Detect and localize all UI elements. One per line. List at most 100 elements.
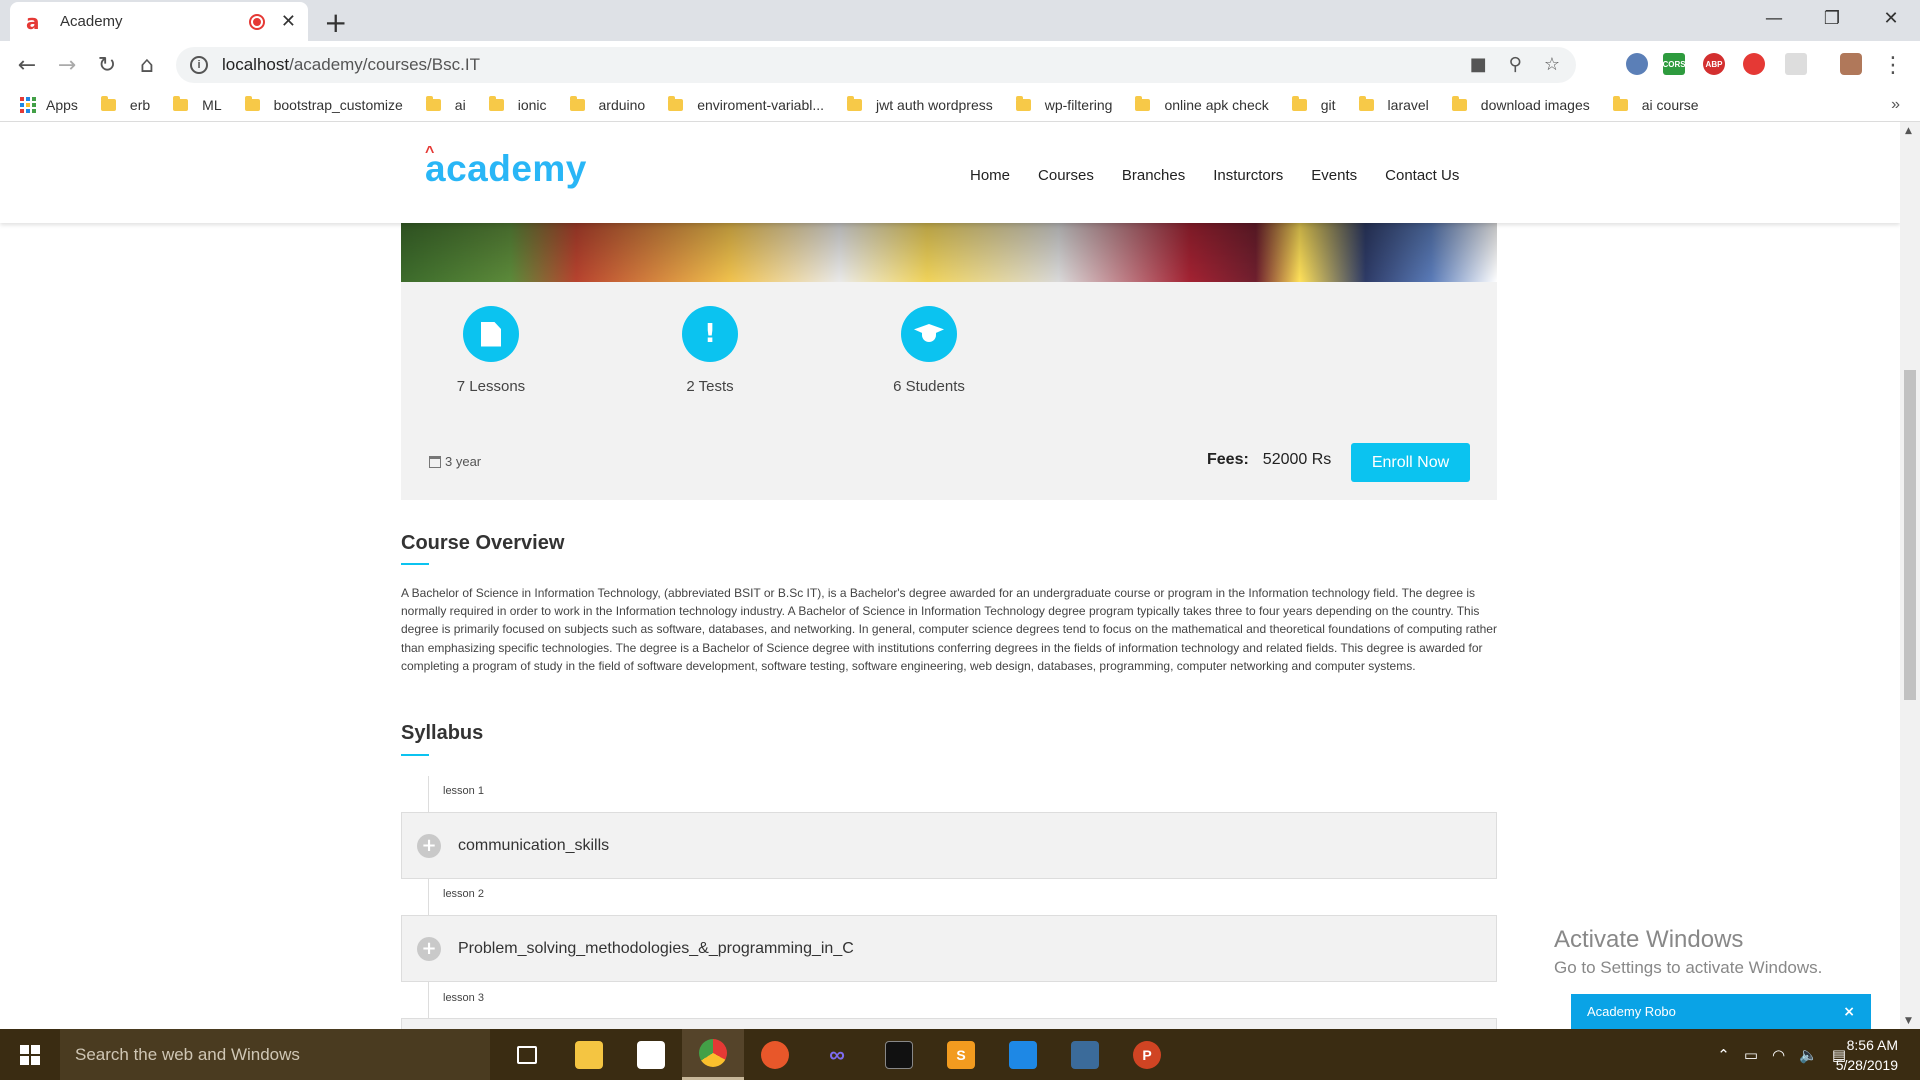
chat-widget-bar[interactable]: Academy Robo × xyxy=(1571,994,1871,1029)
address-bar[interactable]: i localhost/academy/courses/Bsc.IT ■ ⚲ ☆ xyxy=(176,47,1576,83)
bookmark-label: ai course xyxy=(1641,96,1699,113)
taskbar-terminal[interactable] xyxy=(868,1029,930,1080)
nav-courses[interactable]: Courses xyxy=(1038,167,1094,184)
close-window-button[interactable]: ✕ xyxy=(1862,0,1920,36)
tray-chevron-icon[interactable]: ⌃ xyxy=(1717,1046,1730,1064)
calendar-icon xyxy=(429,455,441,468)
bookmarks-overflow-button[interactable]: » xyxy=(1891,96,1900,114)
scroll-up-icon[interactable]: ▲ xyxy=(1905,126,1912,136)
nav-contact[interactable]: Contact Us xyxy=(1385,167,1459,184)
volume-icon[interactable]: 🔈 xyxy=(1799,1046,1818,1064)
overview-underline xyxy=(401,563,429,565)
nav-home[interactable]: Home xyxy=(970,167,1010,184)
nav-events[interactable]: Events xyxy=(1311,167,1357,184)
tab-close-icon[interactable]: ✕ xyxy=(281,11,296,32)
zoom-icon[interactable]: ⚲ xyxy=(1509,54,1522,75)
watermark-subtitle: Go to Settings to activate Windows. xyxy=(1554,958,1823,977)
profile-avatar[interactable] xyxy=(1840,53,1862,75)
duration-text: 3 year xyxy=(445,454,482,469)
bookmark-star-icon[interactable]: ☆ xyxy=(1544,54,1560,75)
minimize-button[interactable]: — xyxy=(1745,0,1803,36)
bookmark-folder[interactable]: online apk check xyxy=(1135,95,1269,113)
taskbar-search[interactable]: Search the web and Windows xyxy=(60,1029,490,1080)
bookmarks-bar: Apps erb ML bootstrap_customize ai ionic… xyxy=(0,88,1920,122)
bookmark-folder[interactable]: ai course xyxy=(1612,95,1699,113)
nav-instructors[interactable]: Insturctors xyxy=(1213,167,1283,184)
taskbar-vscode[interactable] xyxy=(992,1029,1054,1080)
site-info-icon[interactable]: i xyxy=(190,56,208,74)
browser-menu-icon[interactable]: ⋮ xyxy=(1878,50,1908,80)
scrollbar-thumb[interactable] xyxy=(1904,370,1916,700)
camera-icon[interactable]: ■ xyxy=(1470,54,1487,75)
enroll-now-button[interactable]: Enroll Now xyxy=(1351,443,1470,482)
chat-close-icon[interactable]: × xyxy=(1843,1004,1855,1020)
bookmark-folder[interactable]: ai xyxy=(425,95,466,113)
bookmark-apps[interactable]: Apps xyxy=(20,96,78,113)
taskbar-clock[interactable]: 8:56 AM 5/28/2019 xyxy=(1836,1035,1898,1075)
folder-icon xyxy=(1612,95,1628,111)
browser-tab-academy[interactable]: a Academy ✕ xyxy=(10,2,308,41)
taskbar-sublime[interactable]: S xyxy=(930,1029,992,1080)
start-button[interactable] xyxy=(0,1029,60,1080)
cors-extension-icon[interactable]: CORS xyxy=(1662,53,1686,75)
fees-value: 52000 Rs xyxy=(1262,451,1332,468)
forward-button[interactable]: → xyxy=(52,50,82,80)
vscode-icon xyxy=(1009,1040,1037,1069)
bookmark-folder[interactable]: erb xyxy=(100,95,150,113)
bookmark-folder[interactable]: laravel xyxy=(1358,95,1429,113)
bookmark-label: download images xyxy=(1480,96,1590,113)
battery-icon[interactable]: ▭ xyxy=(1744,1046,1758,1064)
expand-plus-icon[interactable]: + xyxy=(417,936,441,961)
nav-branches[interactable]: Branches xyxy=(1122,167,1185,184)
extension-icon-5[interactable] xyxy=(1785,53,1807,75)
graduation-cap-icon xyxy=(901,306,957,362)
lesson-accordion-item[interactable]: + xyxy=(401,1018,1497,1029)
taskbar-app-infinity[interactable]: ∞ xyxy=(806,1029,868,1080)
page-scrollbar[interactable]: ▲ ▼ xyxy=(1900,122,1920,1029)
bookmark-folder[interactable]: download images xyxy=(1451,95,1590,113)
task-view-button[interactable] xyxy=(496,1029,558,1080)
opera-extension-icon[interactable] xyxy=(1743,53,1765,75)
apps-grid-icon xyxy=(20,96,36,113)
bookmark-folder[interactable]: arduino xyxy=(569,95,645,113)
lesson-accordion-item[interactable]: + Problem_solving_methodologies_&_progra… xyxy=(401,915,1497,982)
taskbar-file-explorer[interactable] xyxy=(558,1029,620,1080)
reload-button[interactable]: ↻ xyxy=(92,50,122,80)
new-tab-button[interactable]: + xyxy=(324,6,347,39)
bookmark-folder[interactable]: ML xyxy=(173,95,222,113)
taskbar-app-orange[interactable] xyxy=(744,1029,806,1080)
overview-heading: Course Overview xyxy=(401,532,565,554)
folder-icon xyxy=(668,95,684,111)
bookmark-label: git xyxy=(1320,96,1336,113)
taskbar-mysql[interactable] xyxy=(1054,1029,1116,1080)
wifi-icon[interactable]: ◠ xyxy=(1772,1046,1785,1064)
lesson-accordion-item[interactable]: + communication_skills xyxy=(401,812,1497,879)
bookmark-label: online apk check xyxy=(1164,96,1269,113)
bookmark-folder[interactable]: enviroment-variabl... xyxy=(668,95,824,113)
syllabus-heading: Syllabus xyxy=(401,722,484,744)
clock-date: 5/28/2019 xyxy=(1835,1057,1898,1073)
course-duration: 3 year xyxy=(429,454,481,469)
bookmark-folder[interactable]: wp-filtering xyxy=(1015,95,1112,113)
taskbar-chrome[interactable] xyxy=(682,1029,744,1080)
academy-logo[interactable]: ^ academy xyxy=(425,144,587,190)
taskbar-powerpoint[interactable]: P xyxy=(1116,1029,1178,1080)
restore-button[interactable]: ❐ xyxy=(1803,0,1861,36)
scroll-down-icon[interactable]: ▼ xyxy=(1905,1016,1912,1026)
adblock-extension-icon[interactable]: ABP xyxy=(1703,53,1725,75)
expand-plus-icon[interactable]: + xyxy=(417,833,441,858)
database-icon xyxy=(1071,1040,1099,1069)
stat-label: 7 Lessons xyxy=(456,378,526,395)
bookmark-folder[interactable]: git xyxy=(1291,95,1336,113)
taskbar-store[interactable] xyxy=(620,1029,682,1080)
extension-icon-1[interactable] xyxy=(1626,53,1648,75)
overview-paragraph: A Bachelor of Science in Information Tec… xyxy=(401,586,1497,673)
back-button[interactable]: ← xyxy=(12,50,42,80)
bookmark-folder[interactable]: bootstrap_customize xyxy=(244,95,403,113)
bookmark-folder[interactable]: ionic xyxy=(488,95,547,113)
home-button[interactable]: ⌂ xyxy=(132,50,162,80)
powerpoint-icon: P xyxy=(1133,1040,1161,1069)
fees-label: Fees: xyxy=(1207,451,1249,468)
bookmark-folder[interactable]: jwt auth wordpress xyxy=(847,95,993,113)
url-text[interactable]: localhost/academy/courses/Bsc.IT xyxy=(222,55,480,75)
